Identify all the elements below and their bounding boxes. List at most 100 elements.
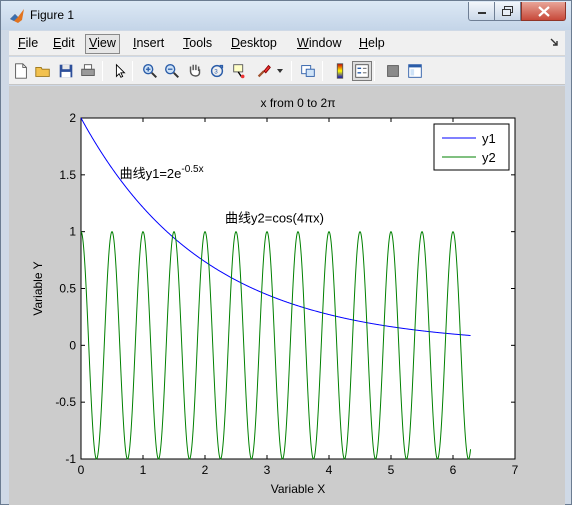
menu-view-mnemonic: V	[89, 36, 98, 50]
zoom-out-button[interactable]	[162, 61, 182, 81]
minimize-icon	[477, 12, 486, 14]
annotation-2: 曲线y2=cos(4πx)	[225, 211, 324, 226]
data-cursor-button[interactable]	[230, 61, 250, 81]
link-plot-button[interactable]	[298, 61, 318, 81]
zoom-in-button[interactable]	[140, 61, 160, 81]
annotation-superscript: -0.5x	[181, 164, 203, 175]
legend-entry: y2	[482, 150, 496, 165]
toolbar-separator	[291, 61, 292, 81]
colorbar-button[interactable]	[330, 61, 350, 81]
x-tick-label: 6	[450, 463, 457, 477]
menu-help-mnemonic: H	[359, 36, 369, 50]
menu-file-mnemonic: F	[18, 36, 26, 50]
figure-canvas[interactable]: x from 0 to 2π Variable X Variable Y 0 1 2 3 4 5…	[9, 86, 565, 505]
link-plot-icon	[301, 65, 315, 77]
legend-box[interactable]	[433, 123, 510, 171]
open-file-button[interactable]	[33, 61, 53, 81]
x-axis-label: Variable X	[271, 482, 325, 496]
new-figure-button[interactable]	[11, 61, 31, 81]
y-tick-label: 1.5	[59, 168, 76, 182]
menu-window[interactable]: Window	[293, 34, 345, 54]
close-button[interactable]	[521, 2, 566, 21]
line-chart[interactable]: x from 0 to 2π Variable X Variable Y 0 1 2 3 4 5…	[9, 86, 565, 505]
legend-button[interactable]	[352, 61, 372, 81]
menu-file-label: ile	[25, 36, 39, 50]
y-tick-label: 0.5	[59, 282, 76, 296]
menu-insert-label: nsert	[136, 36, 165, 50]
save-figure-button[interactable]	[56, 61, 76, 81]
show-plot-tools-icon	[408, 64, 422, 78]
brush-icon	[257, 64, 271, 78]
dock-figure-icon[interactable]	[549, 37, 559, 47]
x-tick-label: 1	[140, 463, 147, 477]
menu-edit-label: dit	[61, 36, 75, 50]
menu-desktop-mnemonic: D	[231, 36, 241, 50]
x-tick-label: 7	[512, 463, 519, 477]
figure-window: Figure 1 File Edit View Insert Tools Desktop W…	[0, 0, 572, 505]
menu-view-label: iew	[97, 36, 116, 50]
save-figure-icon	[59, 64, 73, 78]
colorbar-icon	[336, 63, 344, 79]
open-file-icon	[35, 66, 50, 77]
restore-icon	[502, 6, 513, 16]
menu-help[interactable]: Help	[355, 34, 389, 54]
pan-hand-button[interactable]	[185, 61, 205, 81]
menu-bar: File Edit View Insert Tools Desktop Window Help	[9, 31, 565, 56]
y-tick-label: -1	[65, 452, 76, 466]
close-icon	[537, 5, 550, 17]
window-title: Figure 1	[30, 8, 75, 22]
y-tick-label: 1	[69, 225, 76, 239]
zoom-out-icon	[165, 64, 180, 79]
x-tick-label: 5	[388, 463, 395, 477]
print-figure-icon	[81, 64, 95, 76]
hide-plot-tools-icon	[387, 65, 399, 77]
pan-hand-icon	[189, 64, 201, 77]
figure-toolbar: 3	[9, 57, 565, 85]
x-tick-label: 3	[264, 463, 271, 477]
dropdown-arrow-icon	[277, 69, 283, 73]
show-plot-tools-button[interactable]	[405, 61, 425, 81]
menu-file[interactable]: File	[14, 34, 42, 54]
menu-desktop[interactable]: Desktop	[227, 34, 281, 54]
y-tick-label: 2	[69, 111, 76, 125]
chart-title: x from 0 to 2π	[261, 96, 336, 110]
rotate-3d-icon: 3	[210, 64, 224, 78]
y-tick-label: -0.5	[55, 395, 76, 409]
x-tick-label: 4	[326, 463, 333, 477]
x-tick-label: 2	[202, 463, 209, 477]
menu-edit[interactable]: Edit	[49, 34, 79, 54]
menu-window-mnemonic: W	[297, 36, 309, 50]
zoom-in-icon	[143, 64, 158, 79]
legend-icon	[355, 64, 369, 78]
y-axis-label: Variable Y	[31, 261, 45, 315]
toolbar-separator	[374, 61, 375, 81]
edit-plot-arrow-button[interactable]	[110, 61, 130, 81]
title-bar[interactable]: Figure 1	[1, 1, 571, 30]
matlab-logo-icon	[10, 9, 24, 23]
menu-desktop-label: esktop	[240, 36, 277, 50]
toolbar-separator	[322, 61, 323, 81]
hide-plot-tools-button[interactable]	[383, 61, 403, 81]
minimize-button[interactable]	[468, 2, 495, 21]
menu-help-label: elp	[368, 36, 385, 50]
data-cursor-icon	[233, 64, 245, 79]
svg-text:3: 3	[214, 69, 218, 76]
toolbar-separator	[132, 61, 133, 81]
legend-entry: y1	[482, 131, 496, 146]
annotation-text: 曲线y2=cos(4πx)	[225, 211, 324, 226]
menu-window-label: indow	[308, 36, 342, 50]
new-figure-icon	[15, 63, 27, 79]
x-tick-label: 0	[78, 463, 85, 477]
toolbar-separator	[102, 61, 103, 81]
restore-button[interactable]	[494, 2, 521, 21]
brush-options-dropdown[interactable]	[275, 61, 285, 81]
edit-plot-arrow-icon	[115, 63, 126, 78]
menu-insert[interactable]: Insert	[129, 34, 168, 54]
brush-button[interactable]	[254, 61, 274, 81]
annotation-text: 曲线y1=2e	[120, 166, 182, 181]
y-tick-label: 0	[69, 338, 76, 352]
menu-tools[interactable]: Tools	[179, 34, 216, 54]
print-figure-button[interactable]	[78, 61, 98, 81]
rotate-3d-button[interactable]: 3	[207, 61, 227, 81]
menu-view[interactable]: View	[85, 34, 120, 54]
